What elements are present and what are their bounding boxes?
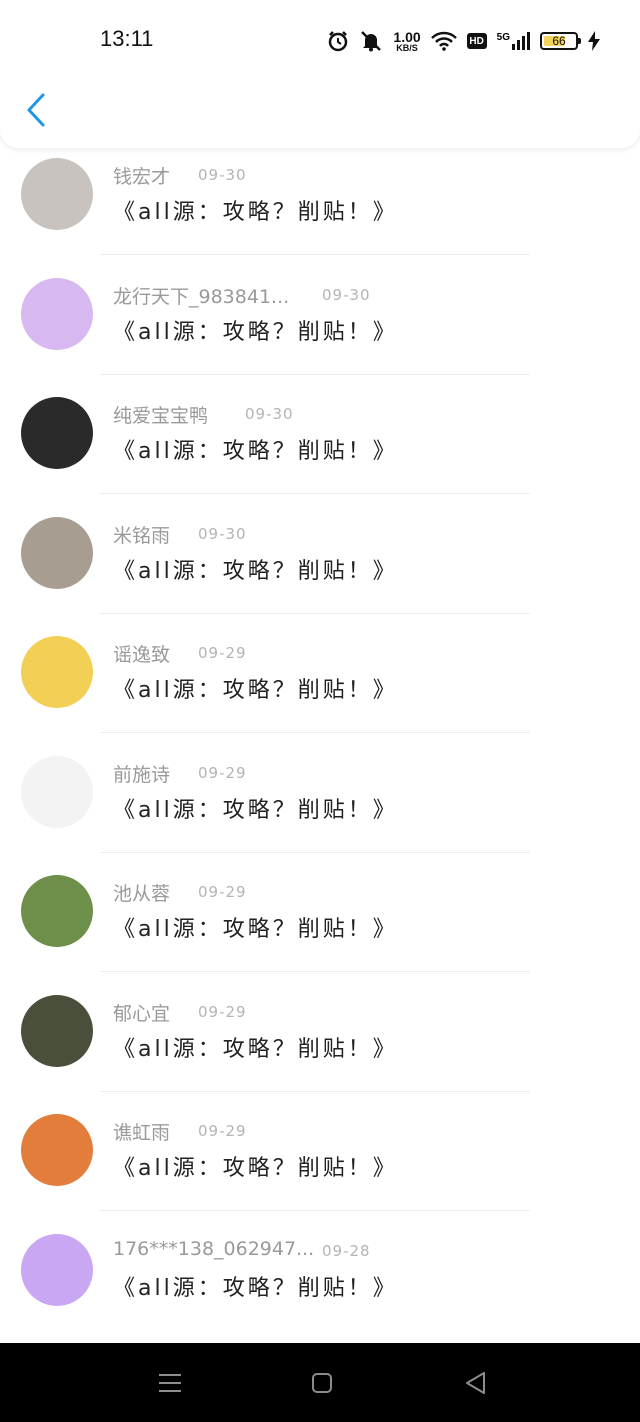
avatar[interactable]	[21, 397, 93, 469]
list-item[interactable]: 176***138_062947... 09-28 《all源：攻略？削贴！》	[0, 1224, 640, 1343]
list-item[interactable]: 纯爱宝宝鸭 09-30 《all源：攻略？削贴！》	[0, 387, 640, 507]
avatar[interactable]	[21, 158, 93, 230]
signal-icon: 5G	[497, 32, 530, 50]
square-icon	[308, 1373, 336, 1401]
user-name: 纯爱宝宝鸭	[113, 405, 209, 427]
avatar[interactable]	[21, 875, 93, 947]
menu-button[interactable]	[156, 1369, 184, 1397]
divider	[100, 1091, 530, 1092]
user-name: 龙行天下_983841...	[113, 286, 290, 308]
message-text: 《all源：攻略？削贴！》	[113, 1156, 398, 1181]
divider	[100, 254, 530, 255]
chevron-left-icon	[26, 93, 46, 131]
divider	[100, 493, 530, 494]
wifi-icon	[430, 31, 457, 51]
avatar[interactable]	[21, 1114, 93, 1186]
message-text: 《all源：攻略？削贴！》	[113, 200, 398, 225]
message-date: 09-29	[198, 644, 247, 662]
menu-icon	[156, 1374, 184, 1401]
user-name: 谣逸致	[113, 644, 171, 666]
message-date: 09-29	[198, 883, 247, 901]
message-date: 09-30	[198, 525, 247, 543]
divider	[100, 374, 530, 375]
mute-bell-icon	[359, 30, 383, 52]
avatar[interactable]	[21, 995, 93, 1067]
status-time: 13:11	[100, 26, 154, 51]
list-item[interactable]: 米铭雨 09-30 《all源：攻略？削贴！》	[0, 507, 640, 627]
home-button[interactable]	[308, 1369, 336, 1397]
message-date: 09-30	[245, 405, 294, 423]
divider	[100, 732, 530, 733]
avatar[interactable]	[21, 756, 93, 828]
divider	[100, 1210, 530, 1211]
user-name: 谯虹雨	[113, 1122, 171, 1144]
avatar[interactable]	[21, 278, 93, 350]
user-name: 176***138_062947...	[113, 1238, 315, 1260]
hd-badge: HD	[466, 33, 487, 49]
message-text: 《all源：攻略？削贴！》	[113, 1037, 398, 1062]
alarm-icon	[327, 30, 349, 52]
message-date: 09-30	[322, 286, 371, 304]
message-date: 09-28	[322, 1242, 371, 1260]
list-item[interactable]: 郁心宜 09-29 《all源：攻略？削贴！》	[0, 985, 640, 1105]
user-name: 郁心宜	[113, 1003, 171, 1025]
divider	[100, 852, 530, 853]
message-text: 《all源：攻略？削贴！》	[113, 439, 398, 464]
user-name: 米铭雨	[113, 525, 171, 547]
message-text: 《all源：攻略？削贴！》	[113, 559, 398, 584]
list-item[interactable]: 池从蓉 09-29 《all源：攻略？削贴！》	[0, 865, 640, 985]
divider	[100, 613, 530, 614]
list-item[interactable]: 谣逸致 09-29 《all源：攻略？削贴！》	[0, 626, 640, 746]
message-date: 09-29	[198, 1003, 247, 1021]
network-speed: 1.00 KB/S	[393, 28, 421, 53]
message-date: 09-29	[198, 764, 247, 782]
header-bar: 13:11 1.00 KB/S HD 5G 66	[0, 0, 640, 148]
message-text: 《all源：攻略？削贴！》	[113, 917, 398, 942]
message-list[interactable]: 钱宏才 09-30 《all源：攻略？削贴！》 龙行天下_983841... 0…	[0, 148, 640, 1343]
list-item[interactable]: 钱宏才 09-30 《all源：攻略？削贴！》	[0, 148, 640, 268]
message-text: 《all源：攻略？削贴！》	[113, 798, 398, 823]
triangle-back-icon	[462, 1372, 490, 1401]
list-item[interactable]: 龙行天下_983841... 09-30 《all源：攻略？削贴！》	[0, 268, 640, 388]
avatar[interactable]	[21, 1234, 93, 1306]
message-text: 《all源：攻略？削贴！》	[113, 320, 398, 345]
back-button[interactable]	[18, 92, 54, 132]
user-name: 池从蓉	[113, 883, 171, 905]
message-date: 09-29	[198, 1122, 247, 1140]
charging-icon	[588, 31, 600, 51]
back-nav-button[interactable]	[462, 1369, 490, 1397]
battery-indicator: 66	[540, 32, 581, 50]
message-text: 《all源：攻略？削贴！》	[113, 678, 398, 703]
divider	[100, 971, 530, 972]
avatar[interactable]	[21, 517, 93, 589]
user-name: 钱宏才	[113, 166, 171, 188]
avatar[interactable]	[21, 636, 93, 708]
user-name: 前施诗	[113, 764, 171, 786]
list-item[interactable]: 前施诗 09-29 《all源：攻略？削贴！》	[0, 746, 640, 866]
list-item[interactable]: 谯虹雨 09-29 《all源：攻略？削贴！》	[0, 1104, 640, 1224]
message-text: 《all源：攻略？削贴！》	[113, 1276, 398, 1301]
message-date: 09-30	[198, 166, 247, 184]
status-icons: 1.00 KB/S HD 5G 66	[327, 26, 600, 56]
system-nav-bar	[0, 1343, 640, 1422]
